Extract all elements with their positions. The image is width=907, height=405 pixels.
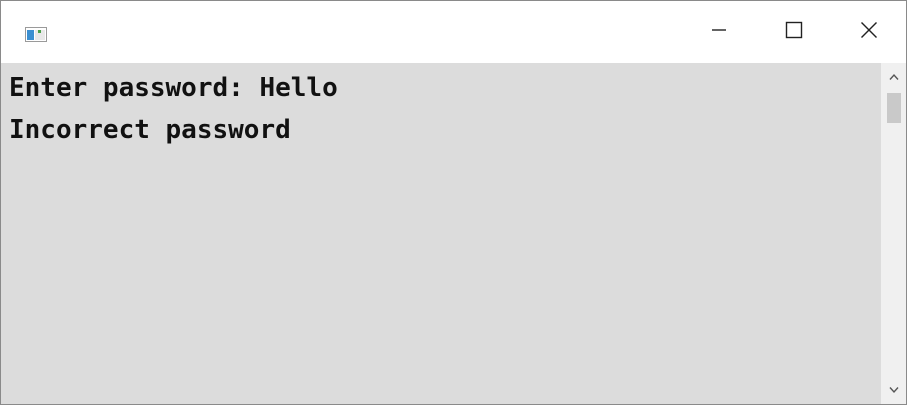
console-output[interactable]: Enter password: Hello Incorrect password: [1, 63, 881, 404]
console-window: Enter password: Hello Incorrect password: [0, 0, 907, 405]
minimize-icon: [711, 22, 727, 43]
close-icon: [860, 21, 878, 44]
maximize-button[interactable]: [765, 1, 823, 63]
vertical-scrollbar[interactable]: [881, 63, 906, 404]
title-bar[interactable]: [1, 1, 906, 63]
console-app-icon: [25, 27, 47, 42]
console-line: Enter password: Hello: [9, 73, 338, 103]
chevron-down-icon: [888, 381, 899, 399]
console-line: Incorrect password: [9, 115, 291, 145]
minimize-button[interactable]: [690, 1, 748, 63]
chevron-up-icon: [888, 68, 899, 86]
scroll-up-button[interactable]: [881, 63, 906, 91]
scroll-down-button[interactable]: [881, 376, 906, 404]
close-button[interactable]: [840, 1, 898, 63]
scroll-thumb[interactable]: [887, 93, 901, 123]
maximize-icon: [785, 21, 803, 44]
